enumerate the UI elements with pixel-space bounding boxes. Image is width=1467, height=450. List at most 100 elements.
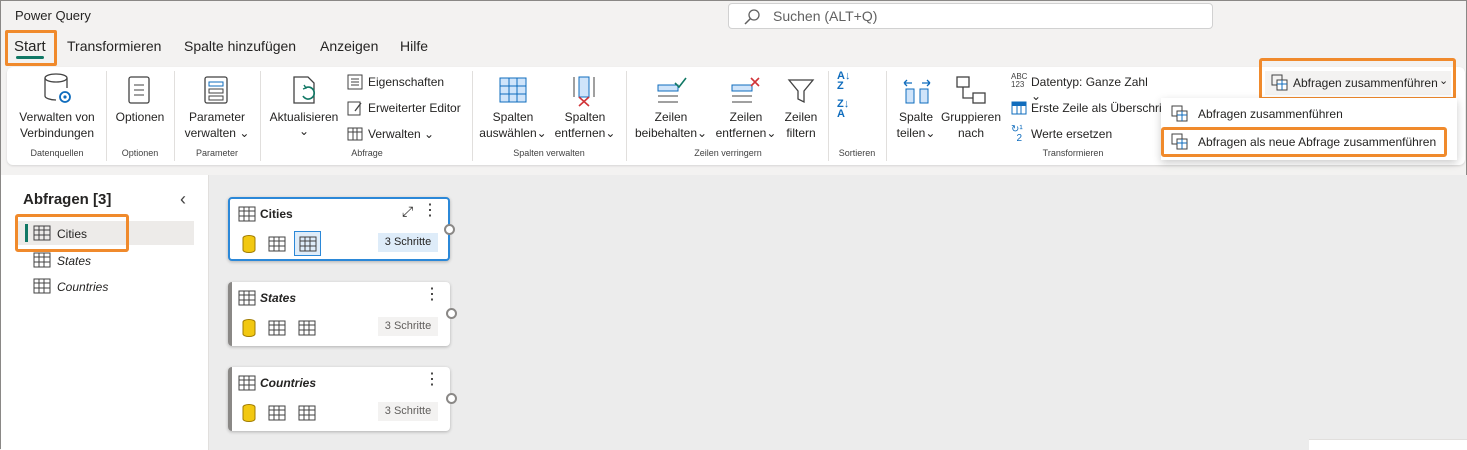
step-table-icon bbox=[298, 405, 316, 421]
keep-rows-button[interactable]: Zeilen beibehalten⌄ bbox=[633, 73, 709, 143]
sort-ascending-icon[interactable]: A↓ Z bbox=[837, 71, 859, 93]
table-icon bbox=[238, 375, 256, 391]
card-title: Cities bbox=[260, 207, 293, 221]
menu-item-label: Abfragen zusammenführen bbox=[1198, 107, 1343, 121]
sidebar-item-countries[interactable]: Countries bbox=[29, 277, 189, 297]
use-first-row-as-headers-button[interactable]: Erste Zeile als Überschrif bbox=[1011, 99, 1161, 119]
database-settings-icon bbox=[44, 73, 71, 103]
group-by-label-2: nach bbox=[957, 126, 985, 140]
step-table-icon bbox=[299, 236, 317, 252]
remove-columns-icon bbox=[573, 76, 595, 107]
ribbon-divider bbox=[106, 71, 107, 161]
step-table-icon bbox=[268, 320, 286, 336]
refresh-icon bbox=[293, 76, 316, 104]
manage-parameters-label-1: Parameter bbox=[188, 110, 246, 124]
connector-handle[interactable] bbox=[444, 224, 455, 235]
card-title: Countries bbox=[260, 376, 317, 390]
card-accent-bar bbox=[228, 367, 232, 431]
tab-hilfe[interactable]: Hilfe bbox=[400, 38, 428, 54]
merge-queries-new-icon bbox=[1171, 133, 1188, 150]
menu-item-merge-queries[interactable]: Abfragen zusammenführen bbox=[1169, 103, 1449, 125]
more-options-icon[interactable]: ⋮ bbox=[422, 203, 438, 219]
choose-columns-label-2: auswählen⌄ bbox=[479, 126, 547, 140]
query-card-cities[interactable]: Cities ⤢ ⋮ 3 Schritte bbox=[228, 197, 455, 261]
manage-parameters-button[interactable]: Parameter verwalten ⌄ bbox=[181, 73, 253, 143]
app-title: Power Query bbox=[15, 8, 91, 23]
choose-columns-button[interactable]: Spalten auswählen⌄ bbox=[477, 73, 549, 143]
replace-values-label: Werte ersetzen bbox=[1031, 127, 1113, 141]
remove-rows-icon bbox=[731, 77, 760, 103]
merge-queries-label: Abfragen zusammenführen bbox=[1293, 76, 1438, 90]
refresh-button[interactable]: Aktualisieren ⌄ bbox=[267, 73, 341, 143]
tab-transformieren[interactable]: Transformieren bbox=[67, 38, 161, 54]
manage-connections-button[interactable]: Verwalten von Verbindungen bbox=[17, 73, 97, 148]
options-label: Optionen bbox=[115, 110, 165, 124]
group-abfrage: Abfrage bbox=[351, 148, 383, 158]
connector-handle[interactable] bbox=[446, 308, 457, 319]
more-options-icon[interactable]: ⋮ bbox=[424, 287, 440, 303]
ribbon-divider bbox=[472, 71, 473, 161]
group-optionen: Optionen bbox=[121, 148, 159, 158]
sort-descending-icon[interactable]: Z↓ A bbox=[837, 99, 859, 121]
filter-icon bbox=[787, 79, 815, 104]
more-options-icon[interactable]: ⋮ bbox=[424, 372, 440, 388]
sidebar-item-label: Cities bbox=[57, 227, 88, 241]
properties-button[interactable]: Eigenschaften bbox=[347, 73, 465, 93]
zoom-control[interactable] bbox=[1309, 439, 1467, 450]
remove-rows-label-2: entfernen⌄ bbox=[715, 126, 777, 140]
card-accent-bar bbox=[228, 282, 232, 346]
ribbon-divider bbox=[260, 71, 261, 161]
split-column-label-2: teilen⌄ bbox=[896, 126, 936, 140]
group-by-button[interactable]: Gruppieren nach bbox=[939, 73, 1003, 143]
merge-queries-icon bbox=[1271, 74, 1288, 91]
split-column-button[interactable]: Spalte teilen⌄ bbox=[893, 73, 939, 143]
group-parameter: Parameter bbox=[195, 148, 239, 158]
source-database-icon bbox=[242, 319, 256, 337]
merge-queries-button[interactable]: Abfragen zusammenführen ⌄ bbox=[1265, 71, 1451, 95]
data-type-dropdown[interactable]: ABC 123 Datentyp: Ganze Zahl ⌄ bbox=[1011, 73, 1161, 104]
query-card-countries[interactable]: Countries ⋮ 3 Schritte bbox=[228, 367, 457, 431]
keep-rows-label-2: beibehalten⌄ bbox=[634, 126, 708, 140]
remove-columns-button[interactable]: Spalten entfernen⌄ bbox=[549, 73, 621, 143]
properties-label: Eigenschaften bbox=[368, 75, 445, 89]
group-spalten-verwalten: Spalten verwalten bbox=[513, 148, 585, 158]
filter-rows-label-1: Zeilen bbox=[784, 110, 818, 124]
remove-columns-label-1: Spalten bbox=[564, 110, 606, 124]
advanced-editor-label: Erweiterter Editor bbox=[368, 101, 461, 115]
properties-icon bbox=[347, 74, 363, 90]
connector-handle[interactable] bbox=[446, 393, 457, 404]
filter-rows-button[interactable]: Zeilen filtern bbox=[781, 73, 821, 143]
expand-icon[interactable]: ⤢ bbox=[402, 203, 413, 220]
chevron-down-icon: ⌄ bbox=[298, 124, 310, 138]
split-column-icon bbox=[903, 79, 931, 104]
menu-item-merge-as-new[interactable]: Abfragen als neue Abfrage zusammenführen bbox=[1161, 127, 1447, 157]
ribbon-divider bbox=[886, 71, 887, 161]
keep-rows-label-1: Zeilen bbox=[654, 110, 688, 124]
remove-columns-label-2: entfernen⌄ bbox=[554, 126, 616, 140]
tab-spalte-hinzufuegen[interactable]: Spalte hinzufügen bbox=[184, 38, 296, 54]
group-sortieren: Sortieren bbox=[838, 148, 876, 158]
step-count-badge: 3 Schritte bbox=[378, 317, 438, 336]
current-step-box[interactable] bbox=[294, 231, 321, 256]
advanced-editor-button[interactable]: Erweiterter Editor bbox=[347, 99, 465, 119]
query-card-states[interactable]: States ⋮ 3 Schritte bbox=[228, 282, 457, 346]
filter-rows-label-2: filtern bbox=[786, 126, 816, 140]
merge-queries-icon bbox=[1171, 105, 1188, 122]
collapse-pane-icon[interactable]: ‹ bbox=[180, 189, 186, 210]
options-button[interactable]: Optionen bbox=[113, 73, 167, 143]
search-placeholder: Suchen (ALT+Q) bbox=[773, 8, 878, 24]
search-input[interactable]: Suchen (ALT+Q) bbox=[728, 3, 1213, 29]
manage-button[interactable]: Verwalten ⌄ bbox=[347, 125, 465, 145]
choose-columns-label-1: Spalten bbox=[492, 110, 534, 124]
manage-label: Verwalten ⌄ bbox=[368, 127, 435, 141]
tab-start-label: Start bbox=[14, 38, 46, 55]
ribbon-divider bbox=[828, 71, 829, 161]
tab-start[interactable]: Start bbox=[5, 30, 57, 66]
sidebar-item-states[interactable]: States bbox=[29, 251, 189, 271]
group-by-icon bbox=[956, 76, 986, 104]
choose-columns-icon bbox=[499, 77, 527, 103]
replace-values-button[interactable]: ↻¹ 2 Werte ersetzen bbox=[1011, 125, 1161, 145]
manage-connections-label: Verwalten von Verbindungen bbox=[19, 110, 95, 140]
tab-anzeigen[interactable]: Anzeigen bbox=[320, 38, 378, 54]
remove-rows-button[interactable]: Zeilen entfernen⌄ bbox=[711, 73, 781, 143]
